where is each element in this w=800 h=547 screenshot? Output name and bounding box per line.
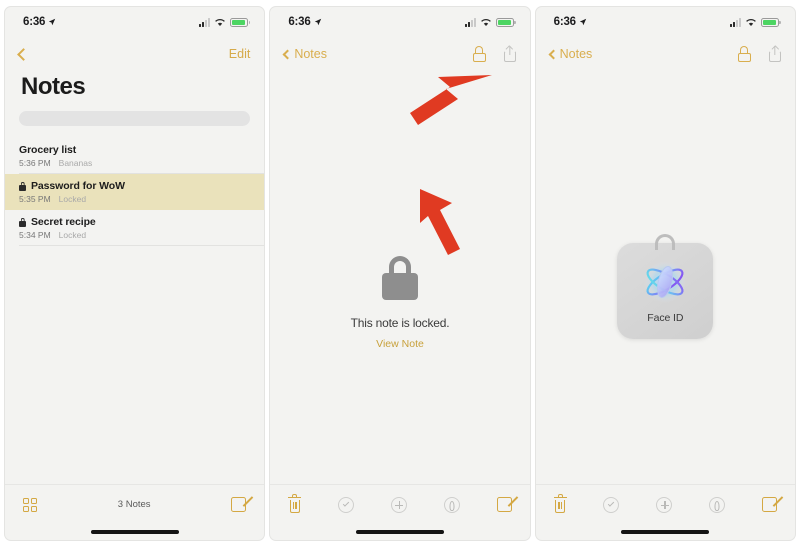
edit-button[interactable]: Edit [229,47,251,61]
note-time: 5:35 PM [19,194,51,204]
wifi-icon [215,19,226,26]
battery-icon [230,17,251,27]
checklist-circle-icon[interactable] [603,496,620,513]
trash-icon[interactable] [553,494,567,513]
locked-note-body: This note is locked. View Note [270,71,529,484]
back-label: Notes [559,47,593,61]
note-preview: Locked [58,230,87,240]
lock-icon [19,181,26,191]
cellular-signal-icon [729,17,741,27]
home-indicator [536,524,795,540]
compose-icon[interactable] [761,496,784,512]
home-indicator [270,524,529,540]
nav-actions [472,46,516,62]
chevron-left-icon [548,49,559,59]
cellular-signal-icon [464,17,476,27]
notes-list-body: Notes Grocery list 5:36 PM Bananas Passw… [5,71,265,484]
battery-icon [760,17,781,27]
note-subtitle: 5:35 PM Locked [19,194,250,204]
plus-circle-icon[interactable] [390,496,407,513]
bottom-toolbar [535,484,795,524]
status-indicators [199,17,251,27]
status-time: 6:36 [288,16,311,28]
wifi-icon [746,19,756,26]
status-time-group: 6:36 [288,16,321,28]
chevron-left-icon [282,49,293,59]
checklist-circle-icon[interactable] [338,496,355,513]
locked-state: This note is locked. View Note [270,256,529,350]
share-icon[interactable] [503,46,516,62]
list-item[interactable]: Grocery list 5:36 PM Bananas [5,138,265,174]
bottom-toolbar: 3 Notes [5,484,265,524]
status-time-group: 6:36 [23,16,56,28]
markup-circle-icon[interactable] [443,496,460,513]
nav-bar: Edit [5,37,264,71]
arrow-to-lock-button [390,71,500,137]
note-count-label: 3 Notes [117,499,151,510]
status-time: 6:36 [23,16,46,28]
plus-circle-icon[interactable] [656,496,673,513]
cellular-signal-icon [199,17,211,27]
view-note-link[interactable]: View Note [376,338,424,350]
screenshot-stage: 6:36 Edit Notes Grocery list 5:36 PM Ban… [0,0,800,547]
status-bar: 6:36 [5,7,264,37]
note-preview: Bananas [58,158,93,168]
padlock-shackle-icon [655,234,676,250]
compose-icon[interactable] [231,496,253,512]
list-item[interactable]: Password for WoW 5:35 PM Locked [5,174,265,210]
note-title: Grocery list [19,144,77,156]
face-id-label: Face ID [647,311,684,324]
markup-circle-icon[interactable] [709,496,726,513]
face-id-body: Face ID [536,71,795,484]
bottom-toolbar [270,484,530,524]
grid-view-icon[interactable] [23,497,37,512]
status-bar: 6:36 [536,7,795,37]
status-bar: 6:36 [270,7,529,37]
status-indicators [729,17,781,27]
list-item[interactable]: Secret recipe 5:34 PM Locked [5,210,265,246]
arrow-to-view-note [412,183,492,269]
battery-icon [495,17,516,27]
back-label: Notes [294,47,327,61]
location-arrow-icon [49,18,56,26]
status-indicators [464,17,516,27]
page-title: Notes [21,73,86,100]
status-time: 6:36 [553,16,576,28]
location-arrow-icon [579,18,587,26]
back-button[interactable]: Notes [548,47,593,61]
locked-note-screen: 6:36 Notes This note is locked. View Not… [269,6,531,541]
note-title-group: Password for WoW [19,180,250,192]
note-subtitle: 5:34 PM Locked [19,230,250,240]
share-icon[interactable] [768,46,781,62]
lock-icon [19,217,26,227]
note-title-group: Secret recipe [19,216,250,228]
status-time-group: 6:36 [554,16,587,28]
note-time: 5:36 PM [19,158,51,168]
search-input[interactable] [19,111,251,126]
nav-bar: Notes [536,37,795,71]
note-preview: Locked [58,194,87,204]
note-title: Password for WoW [31,180,125,192]
note-title: Secret recipe [31,216,96,228]
compose-icon[interactable] [496,496,518,512]
home-indicator [5,524,264,540]
nav-actions [737,46,781,62]
locked-message: This note is locked. [350,316,450,330]
notes-list-screen: 6:36 Edit Notes Grocery list 5:36 PM Ban… [4,6,266,541]
lock-icon[interactable] [472,46,486,62]
note-time: 5:34 PM [19,230,51,240]
chevron-left-icon[interactable] [17,47,30,61]
face-id-dialog: Face ID [617,234,714,339]
lock-icon[interactable] [737,46,751,62]
location-arrow-icon [314,18,321,26]
note-subtitle: 5:36 PM Bananas [19,158,250,168]
face-id-auth-screen: 6:36 Notes Face ID [534,6,796,541]
face-id-icon [644,260,687,303]
nav-bar: Notes [270,37,529,71]
row-separator [19,245,265,246]
trash-icon[interactable] [288,494,302,513]
back-button[interactable]: Notes [282,47,327,61]
wifi-icon [480,19,491,26]
